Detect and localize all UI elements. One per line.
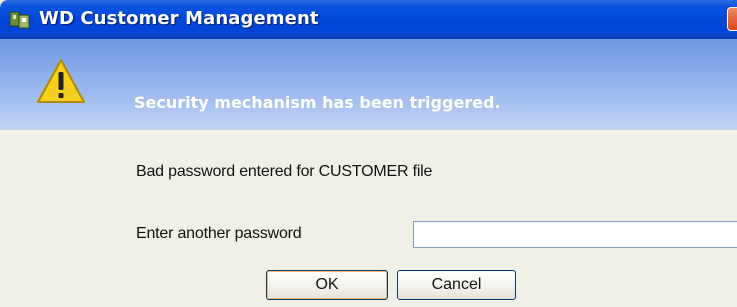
app-icon — [9, 11, 30, 29]
error-message: Bad password entered for CUSTOMER file — [136, 163, 433, 180]
title-bar[interactable]: WD Customer Management — [0, 0, 737, 39]
ok-button[interactable]: OK — [266, 270, 388, 300]
window-title: WD Customer Management — [39, 8, 319, 29]
password-input[interactable] — [413, 221, 737, 248]
banner-message: Security mechanism has been triggered. — [134, 93, 501, 112]
header-banner: Security mechanism has been triggered. — [0, 39, 737, 130]
warning-icon — [37, 59, 85, 103]
password-label: Enter another password — [136, 225, 302, 242]
cancel-button[interactable]: Cancel — [397, 270, 516, 300]
close-button[interactable] — [727, 7, 737, 31]
